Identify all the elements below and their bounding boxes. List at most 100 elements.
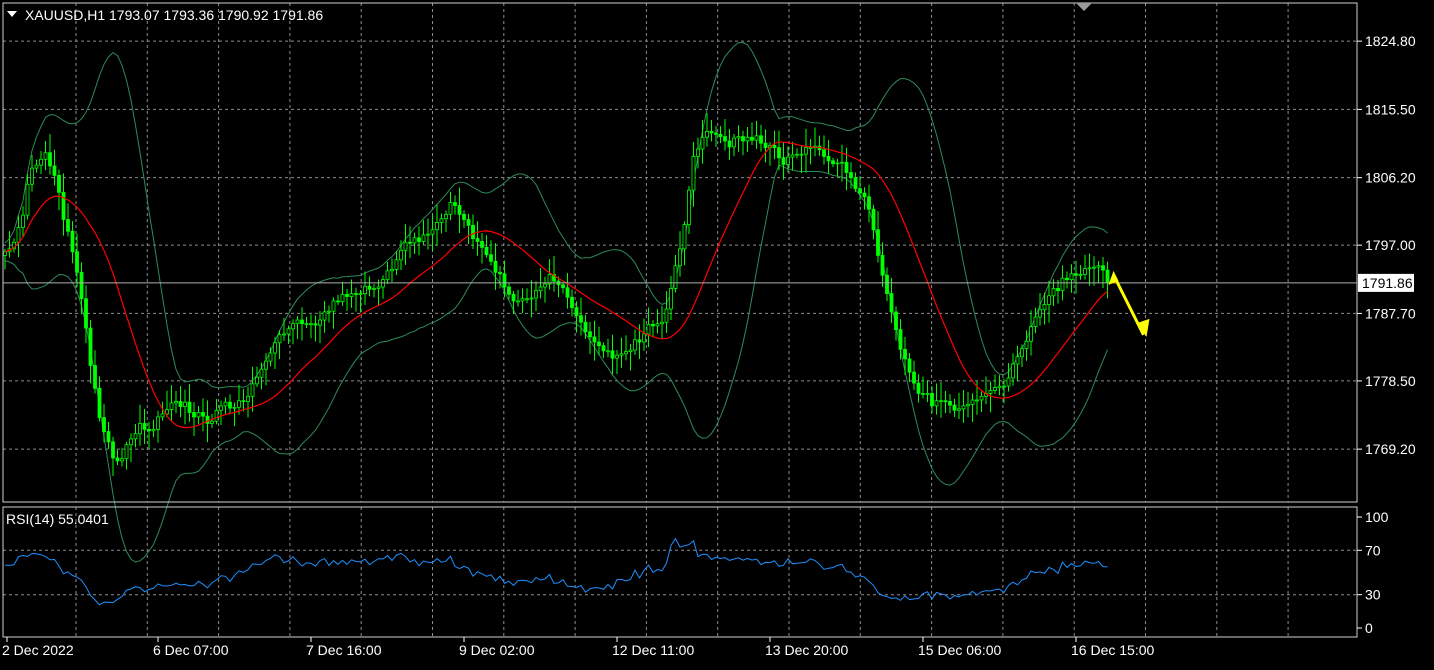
- candle-body: [588, 331, 592, 338]
- candle-body: [525, 298, 529, 301]
- candle-body: [565, 287, 570, 298]
- y-tick-label: 1787.70: [1365, 305, 1416, 321]
- candle-body: [322, 311, 327, 321]
- candle-body: [376, 286, 381, 289]
- candle-body: [579, 315, 583, 323]
- candle-body: [466, 219, 471, 226]
- candle-body: [961, 405, 966, 410]
- candle-body: [862, 192, 867, 198]
- candle-body: [597, 341, 601, 347]
- candle-body: [1065, 277, 1069, 281]
- candle-body: [462, 213, 466, 220]
- candle-body: [345, 293, 349, 297]
- candle-body: [336, 300, 340, 303]
- candle-body: [79, 271, 84, 300]
- candle-body: [750, 136, 754, 141]
- candle-body: [777, 147, 781, 159]
- candle-body: [574, 307, 579, 317]
- candle-body: [1056, 288, 1060, 292]
- x-tick-label: 9 Dec 02:00: [459, 642, 535, 658]
- candle-body: [799, 153, 804, 156]
- candle-body: [354, 293, 358, 295]
- candle-body: [385, 270, 390, 281]
- candle-body: [30, 167, 34, 185]
- x-tick-label: 15 Dec 06:00: [918, 642, 1001, 658]
- candle-body: [196, 412, 201, 418]
- candle-body: [138, 423, 142, 435]
- candle-body: [790, 154, 795, 158]
- candle-body: [858, 188, 862, 194]
- rsi-tick-label: 100: [1365, 509, 1389, 525]
- candle-body: [516, 300, 520, 303]
- candle-body: [822, 149, 826, 157]
- candle-body: [48, 152, 52, 167]
- candle-body: [781, 157, 786, 165]
- candle-body: [1038, 309, 1042, 318]
- candle-body: [808, 147, 813, 149]
- candle-body: [21, 214, 25, 228]
- y-tick-label: 1806.20: [1365, 170, 1416, 186]
- candle-body: [606, 350, 610, 353]
- candle-body: [331, 300, 336, 312]
- candle-body: [25, 183, 30, 216]
- candle-body: [268, 352, 273, 362]
- candle-body: [367, 285, 372, 290]
- candle-body: [759, 135, 763, 144]
- candle-body: [1078, 274, 1083, 276]
- candle-body: [682, 224, 687, 250]
- candle-body: [318, 319, 322, 326]
- candle-body: [763, 142, 768, 148]
- candle-body: [502, 273, 507, 288]
- candle-body: [232, 406, 237, 409]
- candle-body: [642, 333, 646, 343]
- candle-body: [660, 321, 664, 325]
- candle-body: [561, 284, 565, 289]
- candle-body: [241, 400, 246, 403]
- candle-body: [259, 368, 264, 378]
- candle-body: [601, 345, 606, 352]
- candle-body: [219, 405, 223, 411]
- y-tick-label: 1815.50: [1365, 101, 1416, 117]
- candle-body: [1074, 273, 1078, 276]
- candle-body: [471, 224, 475, 239]
- candle-body: [349, 293, 354, 297]
- candle-body: [727, 140, 732, 148]
- candle-body: [1029, 326, 1033, 342]
- candle-body: [903, 348, 907, 360]
- candle-body: [673, 265, 678, 289]
- candle-body: [1042, 304, 1047, 311]
- candle-body: [457, 205, 462, 215]
- candle-body: [1024, 340, 1029, 350]
- candle-body: [358, 293, 363, 295]
- candle-body: [655, 323, 660, 327]
- chart-window[interactable]: 1824.80 1815.50 1806.20 1797.00 1787.70 1778.…: [0, 0, 1434, 665]
- candle-body: [880, 255, 885, 276]
- y-tick-label: 1778.50: [1365, 373, 1416, 389]
- candle-body: [700, 136, 705, 150]
- candle-body: [988, 390, 993, 394]
- candle-body: [489, 254, 493, 262]
- x-tick-label: 16 Dec 15:00: [1071, 642, 1154, 658]
- candle-body: [327, 310, 331, 313]
- candle-body: [624, 351, 628, 355]
- candle-body: [1047, 295, 1051, 306]
- candle-body: [435, 222, 439, 231]
- candle-body: [372, 288, 376, 290]
- candle-body: [993, 387, 997, 391]
- candle-body: [646, 324, 651, 335]
- candle-body: [687, 189, 691, 226]
- candle-body: [898, 329, 903, 350]
- chart-canvas[interactable]: 1824.80 1815.50 1806.20 1797.00 1787.70 1778.…: [0, 0, 1434, 665]
- candle-body: [948, 401, 952, 406]
- candle-body: [907, 358, 912, 373]
- candle-body: [1020, 348, 1024, 358]
- candle-body: [399, 249, 403, 261]
- candle-body: [39, 158, 43, 166]
- candle-body: [408, 241, 412, 244]
- candle-body: [786, 156, 790, 165]
- candle-body: [363, 285, 367, 294]
- candle-body: [255, 376, 259, 385]
- candle-body: [745, 136, 750, 142]
- candle-body: [34, 164, 39, 169]
- x-tick-label: 2 Dec 2022: [2, 642, 74, 658]
